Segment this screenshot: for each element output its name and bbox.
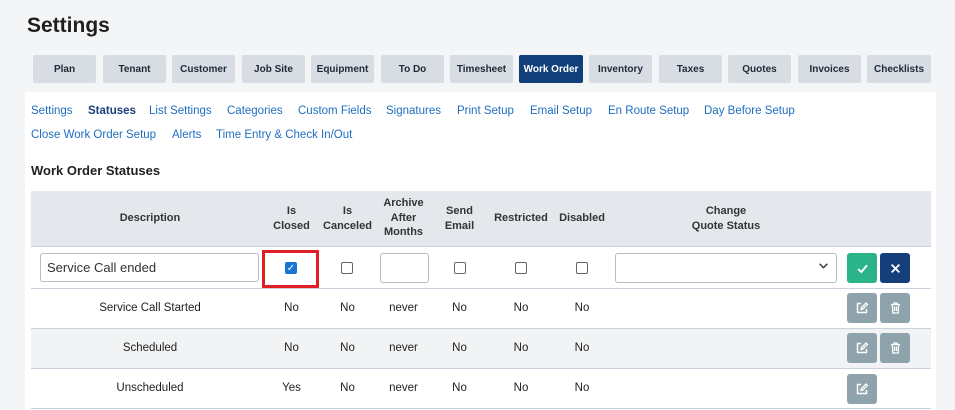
row-archive: never <box>389 382 418 394</box>
tab-to-do[interactable]: To Do <box>381 55 444 83</box>
row-send-email: No <box>452 382 467 394</box>
row-is-canceled: No <box>340 302 355 314</box>
header-archive-line3: Months <box>383 226 424 238</box>
delete-button[interactable] <box>880 293 910 323</box>
header-change-quote-line2: Quote Status <box>691 219 761 232</box>
subnav-close-work-order-setup[interactable]: Close Work Order Setup <box>31 129 156 141</box>
subnav-settings[interactable]: Settings <box>31 105 73 117</box>
subnav-statuses[interactable]: Statuses <box>88 105 136 117</box>
row-is-closed: No <box>284 302 299 314</box>
header-change-quote-status: Change Quote Status <box>613 204 839 233</box>
restricted-checkbox[interactable] <box>515 262 527 274</box>
send-email-checkbox[interactable] <box>454 262 466 274</box>
subnav-signatures[interactable]: Signatures <box>386 105 441 117</box>
edit-icon <box>856 342 869 354</box>
header-archive-line1: Archive <box>383 197 424 209</box>
row-send-email: No <box>452 302 467 314</box>
save-button[interactable] <box>847 253 877 283</box>
change-quote-status-select[interactable] <box>615 253 837 283</box>
page-title: Settings <box>27 14 110 37</box>
header-send-email-line2: Email <box>444 219 475 232</box>
tab-invoices[interactable]: Invoices <box>798 55 861 83</box>
header-is-closed: Is Closed <box>264 204 319 233</box>
highlight-box <box>262 250 319 288</box>
row-is-closed: Yes <box>282 382 301 394</box>
header-is-closed-line1: Is <box>286 205 297 217</box>
check-icon <box>857 264 868 273</box>
tab-timesheet[interactable]: Timesheet <box>450 55 513 83</box>
row-disabled: No <box>574 302 590 314</box>
table-row: Service Call Started No No never No No N… <box>31 289 931 329</box>
header-is-canceled-line1: Is <box>342 205 353 217</box>
edit-button[interactable] <box>847 293 877 323</box>
row-disabled: No <box>574 382 590 394</box>
table-header: Description Is Closed Is Canceled Archiv… <box>31 191 931 246</box>
row-is-closed: No <box>284 342 299 354</box>
row-is-canceled: No <box>340 382 355 394</box>
row-description: Scheduled <box>122 342 178 354</box>
subnav-list-settings[interactable]: List Settings <box>149 105 212 117</box>
close-icon <box>890 263 900 273</box>
description-input[interactable] <box>40 253 259 282</box>
edit-icon <box>856 383 869 395</box>
header-archive: Archive After Months <box>376 196 431 240</box>
tab-customer[interactable]: Customer <box>172 55 235 83</box>
trash-icon <box>890 302 900 314</box>
edit-button[interactable] <box>847 374 877 404</box>
row-restricted: No <box>513 302 529 314</box>
tab-equipment[interactable]: Equipment <box>311 55 374 83</box>
row-description: Unscheduled <box>116 382 184 394</box>
subnav-day-before-setup[interactable]: Day Before Setup <box>704 105 795 117</box>
header-disabled: Disabled <box>559 212 605 224</box>
section-title: Work Order Statuses <box>31 163 161 178</box>
header-restricted: Restricted <box>494 212 548 224</box>
edit-button[interactable] <box>847 333 877 363</box>
row-description: Service Call Started <box>99 302 201 314</box>
subnav-custom-fields[interactable]: Custom Fields <box>298 105 372 117</box>
delete-button[interactable] <box>880 333 910 363</box>
subnav-categories[interactable]: Categories <box>227 105 283 117</box>
trash-icon <box>890 342 900 354</box>
header-description: Description <box>119 212 181 224</box>
chevron-down-icon <box>818 260 829 274</box>
tab-inventory[interactable]: Inventory <box>589 55 652 83</box>
subnav-email-setup[interactable]: Email Setup <box>530 105 592 117</box>
row-archive: never <box>389 302 418 314</box>
table-row: Scheduled No No never No No No <box>31 329 931 369</box>
tab-plan[interactable]: Plan <box>33 55 96 83</box>
tab-checklists[interactable]: Checklists <box>867 55 931 83</box>
subnav-print-setup[interactable]: Print Setup <box>457 105 514 117</box>
header-change-quote-line1: Change <box>705 205 747 217</box>
tab-quotes[interactable]: Quotes <box>728 55 791 83</box>
row-archive: never <box>389 342 418 354</box>
table-row: Unscheduled Yes No never No No No <box>31 369 931 409</box>
row-disabled: No <box>574 342 590 354</box>
row-restricted: No <box>513 382 529 394</box>
header-archive-line2: After <box>390 211 417 224</box>
archive-months-input[interactable] <box>380 253 429 283</box>
edit-icon <box>856 302 869 314</box>
header-send-email: Send Email <box>432 204 487 233</box>
tab-taxes[interactable]: Taxes <box>659 55 722 83</box>
header-send-email-line1: Send <box>446 205 473 217</box>
is-canceled-checkbox[interactable] <box>341 262 353 274</box>
disabled-checkbox[interactable] <box>576 262 588 274</box>
header-is-canceled: Is Canceled <box>320 204 375 233</box>
cancel-button[interactable] <box>880 253 910 283</box>
tab-tenant[interactable]: Tenant <box>103 55 166 83</box>
subnav-alerts[interactable]: Alerts <box>172 129 201 141</box>
subnav-time-entry[interactable]: Time Entry & Check In/Out <box>216 129 352 141</box>
row-send-email: No <box>452 342 467 354</box>
subnav-en-route-setup[interactable]: En Route Setup <box>608 105 689 117</box>
header-is-closed-line2: Closed <box>273 219 310 232</box>
row-restricted: No <box>513 342 529 354</box>
header-is-canceled-line2: Canceled <box>323 219 372 232</box>
row-is-canceled: No <box>340 342 355 354</box>
tab-work-order[interactable]: Work Order <box>519 55 583 83</box>
tab-job-site[interactable]: Job Site <box>242 55 305 83</box>
